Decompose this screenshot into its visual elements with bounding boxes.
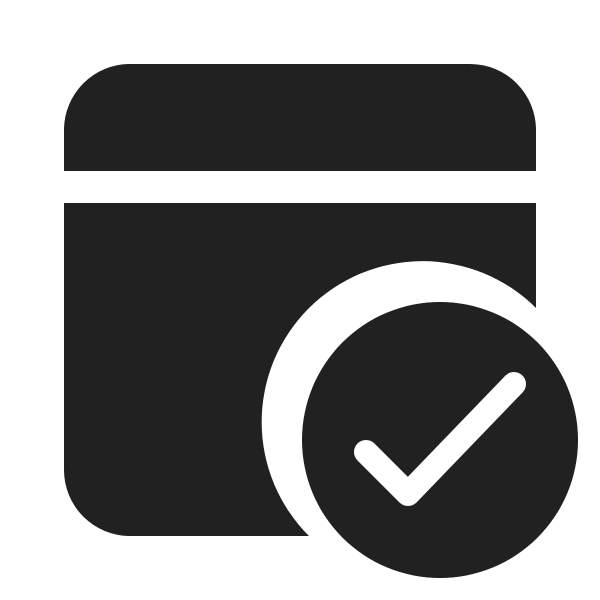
calendar-checkmark-icon [0, 0, 600, 600]
calendar-header-icon [64, 64, 536, 171]
checkmark-badge-icon [302, 302, 578, 578]
calendar-checkmark-svg [64, 64, 578, 578]
